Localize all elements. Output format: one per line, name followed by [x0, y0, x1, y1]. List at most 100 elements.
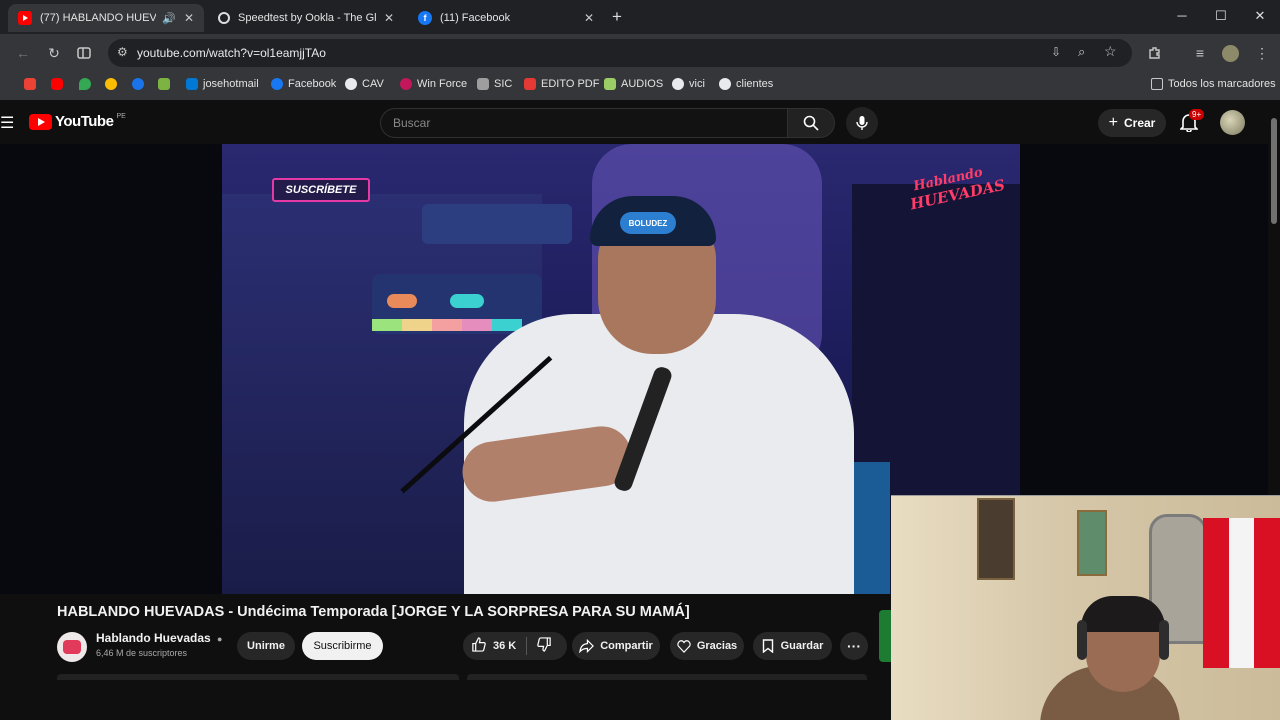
bookmark-item[interactable]: [105, 78, 122, 90]
minimize-icon[interactable]: ─: [1172, 8, 1192, 23]
chat-box[interactable]: [467, 674, 867, 680]
scrollbar-thumb[interactable]: [1271, 118, 1277, 224]
address-bar[interactable]: ⚙ youtube.com/watch?v=ol1eamjjTAo ⇩ ⌕ ☆: [108, 39, 1132, 67]
facebook-icon: [271, 78, 283, 90]
bookmark-label: Facebook: [288, 78, 337, 90]
search-button[interactable]: [787, 108, 835, 138]
save-button[interactable]: Guardar: [753, 632, 832, 660]
more-actions-button[interactable]: ···: [840, 632, 868, 660]
bookmark-item[interactable]: [158, 78, 175, 90]
bookmark-label: AUDIOS: [621, 78, 664, 90]
hamburger-menu-icon[interactable]: ☰: [0, 113, 14, 133]
gmail-icon: [24, 78, 36, 90]
notifications-button[interactable]: 9+: [1179, 109, 1205, 137]
maximize-icon[interactable]: ☐: [1211, 8, 1231, 24]
super-thanks-icon: [677, 640, 691, 653]
console-panel: [422, 204, 572, 244]
notification-badge: 9+: [1189, 109, 1205, 120]
tab-facebook[interactable]: f (11) Facebook ✕: [408, 4, 604, 32]
back-icon[interactable]: ←: [13, 43, 33, 63]
tab-speedtest[interactable]: Speedtest by Ookla - The Global Broadban…: [208, 4, 404, 32]
logo-text: YouTube: [55, 113, 114, 130]
bookmark-label: CAV: [362, 78, 384, 90]
close-tab-icon[interactable]: ✕: [584, 11, 594, 25]
plus-icon: +: [1108, 114, 1118, 131]
bookmark-josehotmail[interactable]: josehotmail: [186, 78, 259, 90]
channel-avatar[interactable]: [57, 632, 87, 662]
webcam-overlay: [891, 495, 1280, 720]
speaker-icon[interactable]: 🔊: [162, 12, 176, 25]
description-box[interactable]: [57, 674, 459, 680]
share-button[interactable]: Compartir: [572, 632, 660, 660]
winforce-icon: [400, 78, 412, 90]
reload-icon[interactable]: ↻: [44, 43, 64, 63]
tab-youtube[interactable]: (77) HABLANDO HUEVADAS - Undécima Tempor…: [8, 4, 204, 32]
close-window-icon[interactable]: ✕: [1250, 8, 1270, 24]
account-avatar[interactable]: [1220, 110, 1245, 135]
like-button[interactable]: [471, 637, 486, 655]
bookmark-label: EDITO PDF: [541, 78, 600, 90]
browser-toolbar: ← ↻ ⚙ youtube.com/watch?v=ol1eamjjTAo ⇩ …: [0, 34, 1280, 72]
thumbs-up-icon: [472, 637, 486, 652]
globe-icon: [672, 78, 684, 90]
dislike-button[interactable]: [537, 637, 552, 655]
bookmark-facebook[interactable]: Facebook: [271, 78, 336, 90]
bookmark-item[interactable]: [79, 78, 96, 90]
zoom-icon[interactable]: ⌕: [1078, 44, 1085, 60]
bookmark-sic[interactable]: SIC: [477, 78, 512, 90]
headphones-icon: [1077, 620, 1087, 660]
search-placeholder: Buscar: [393, 116, 431, 130]
bookmark-item[interactable]: [132, 78, 149, 90]
bookmark-win-force[interactable]: Win Force: [400, 78, 467, 90]
close-tab-icon[interactable]: ✕: [384, 11, 394, 25]
bookmark-item[interactable]: [51, 78, 68, 90]
subscriber-count: 6,46 M de suscriptores: [96, 648, 188, 658]
globe-icon: [719, 78, 731, 90]
media-controls-icon[interactable]: ≡: [1190, 43, 1210, 63]
split-view-icon[interactable]: [74, 43, 94, 63]
audio-check-icon: [604, 78, 616, 90]
bookmark-vici[interactable]: vici: [672, 78, 705, 90]
globe-icon: [345, 78, 357, 90]
wall-painting: [1077, 510, 1107, 576]
profile-avatar[interactable]: [1222, 45, 1239, 62]
bookmark-star-icon[interactable]: ☆: [1104, 43, 1117, 60]
join-button[interactable]: Unirme: [237, 632, 295, 660]
channel-logo-icon: [63, 640, 81, 654]
extensions-icon[interactable]: [1145, 43, 1165, 63]
search-input[interactable]: Buscar: [380, 108, 788, 138]
bookmark-item[interactable]: [24, 78, 41, 90]
flag-of-peru: [1203, 518, 1280, 668]
new-tab-button[interactable]: +: [612, 7, 622, 27]
thanks-label: Gracias: [696, 640, 738, 652]
bookmarks-bar: josehotmail Facebook CAV Win Force SIC E…: [0, 72, 1280, 100]
share-icon: [579, 639, 595, 653]
voice-search-button[interactable]: [846, 107, 878, 139]
bookmark-cav[interactable]: CAV: [345, 78, 384, 90]
all-bookmarks-folder[interactable]: Todos los marcadores: [1151, 78, 1276, 90]
youtube-play-icon: [29, 113, 52, 130]
wall-picture: [977, 498, 1015, 580]
browser-menu-icon[interactable]: ⋮: [1252, 43, 1272, 63]
install-app-icon[interactable]: ⇩: [1051, 45, 1061, 59]
address-url: youtube.com/watch?v=ol1eamjjTAo: [137, 46, 326, 60]
youtube-icon: [51, 78, 63, 90]
youtube-page: ☰ YouTube PE Buscar + Crear 9+ BOLUDEZ S…: [0, 100, 1280, 720]
subscribe-button[interactable]: Suscribirme: [302, 632, 383, 660]
bookmark-audios[interactable]: AUDIOS: [604, 78, 663, 90]
bookmark-clientes[interactable]: clientes: [719, 78, 773, 90]
person-hair: [1081, 596, 1165, 632]
create-label: Crear: [1123, 116, 1156, 130]
like-dislike-group: 36 K: [463, 632, 567, 660]
create-button[interactable]: + Crear: [1098, 109, 1166, 137]
microphone-icon: [856, 116, 868, 130]
channel-name-row[interactable]: Hablando Huevadas ●: [96, 631, 222, 645]
tab-title: (77) HABLANDO HUEVADAS - Undécima Tempor…: [40, 12, 156, 24]
youtube-logo[interactable]: YouTube PE: [29, 113, 126, 130]
close-tab-icon[interactable]: ✕: [184, 11, 194, 25]
save-label: Guardar: [780, 640, 824, 652]
thanks-button[interactable]: Gracias: [670, 632, 744, 660]
bookmark-edito-pdf[interactable]: EDITO PDF: [524, 78, 599, 90]
bookmark-label: Todos los marcadores: [1168, 78, 1276, 90]
site-info-icon[interactable]: ⚙: [117, 45, 128, 59]
